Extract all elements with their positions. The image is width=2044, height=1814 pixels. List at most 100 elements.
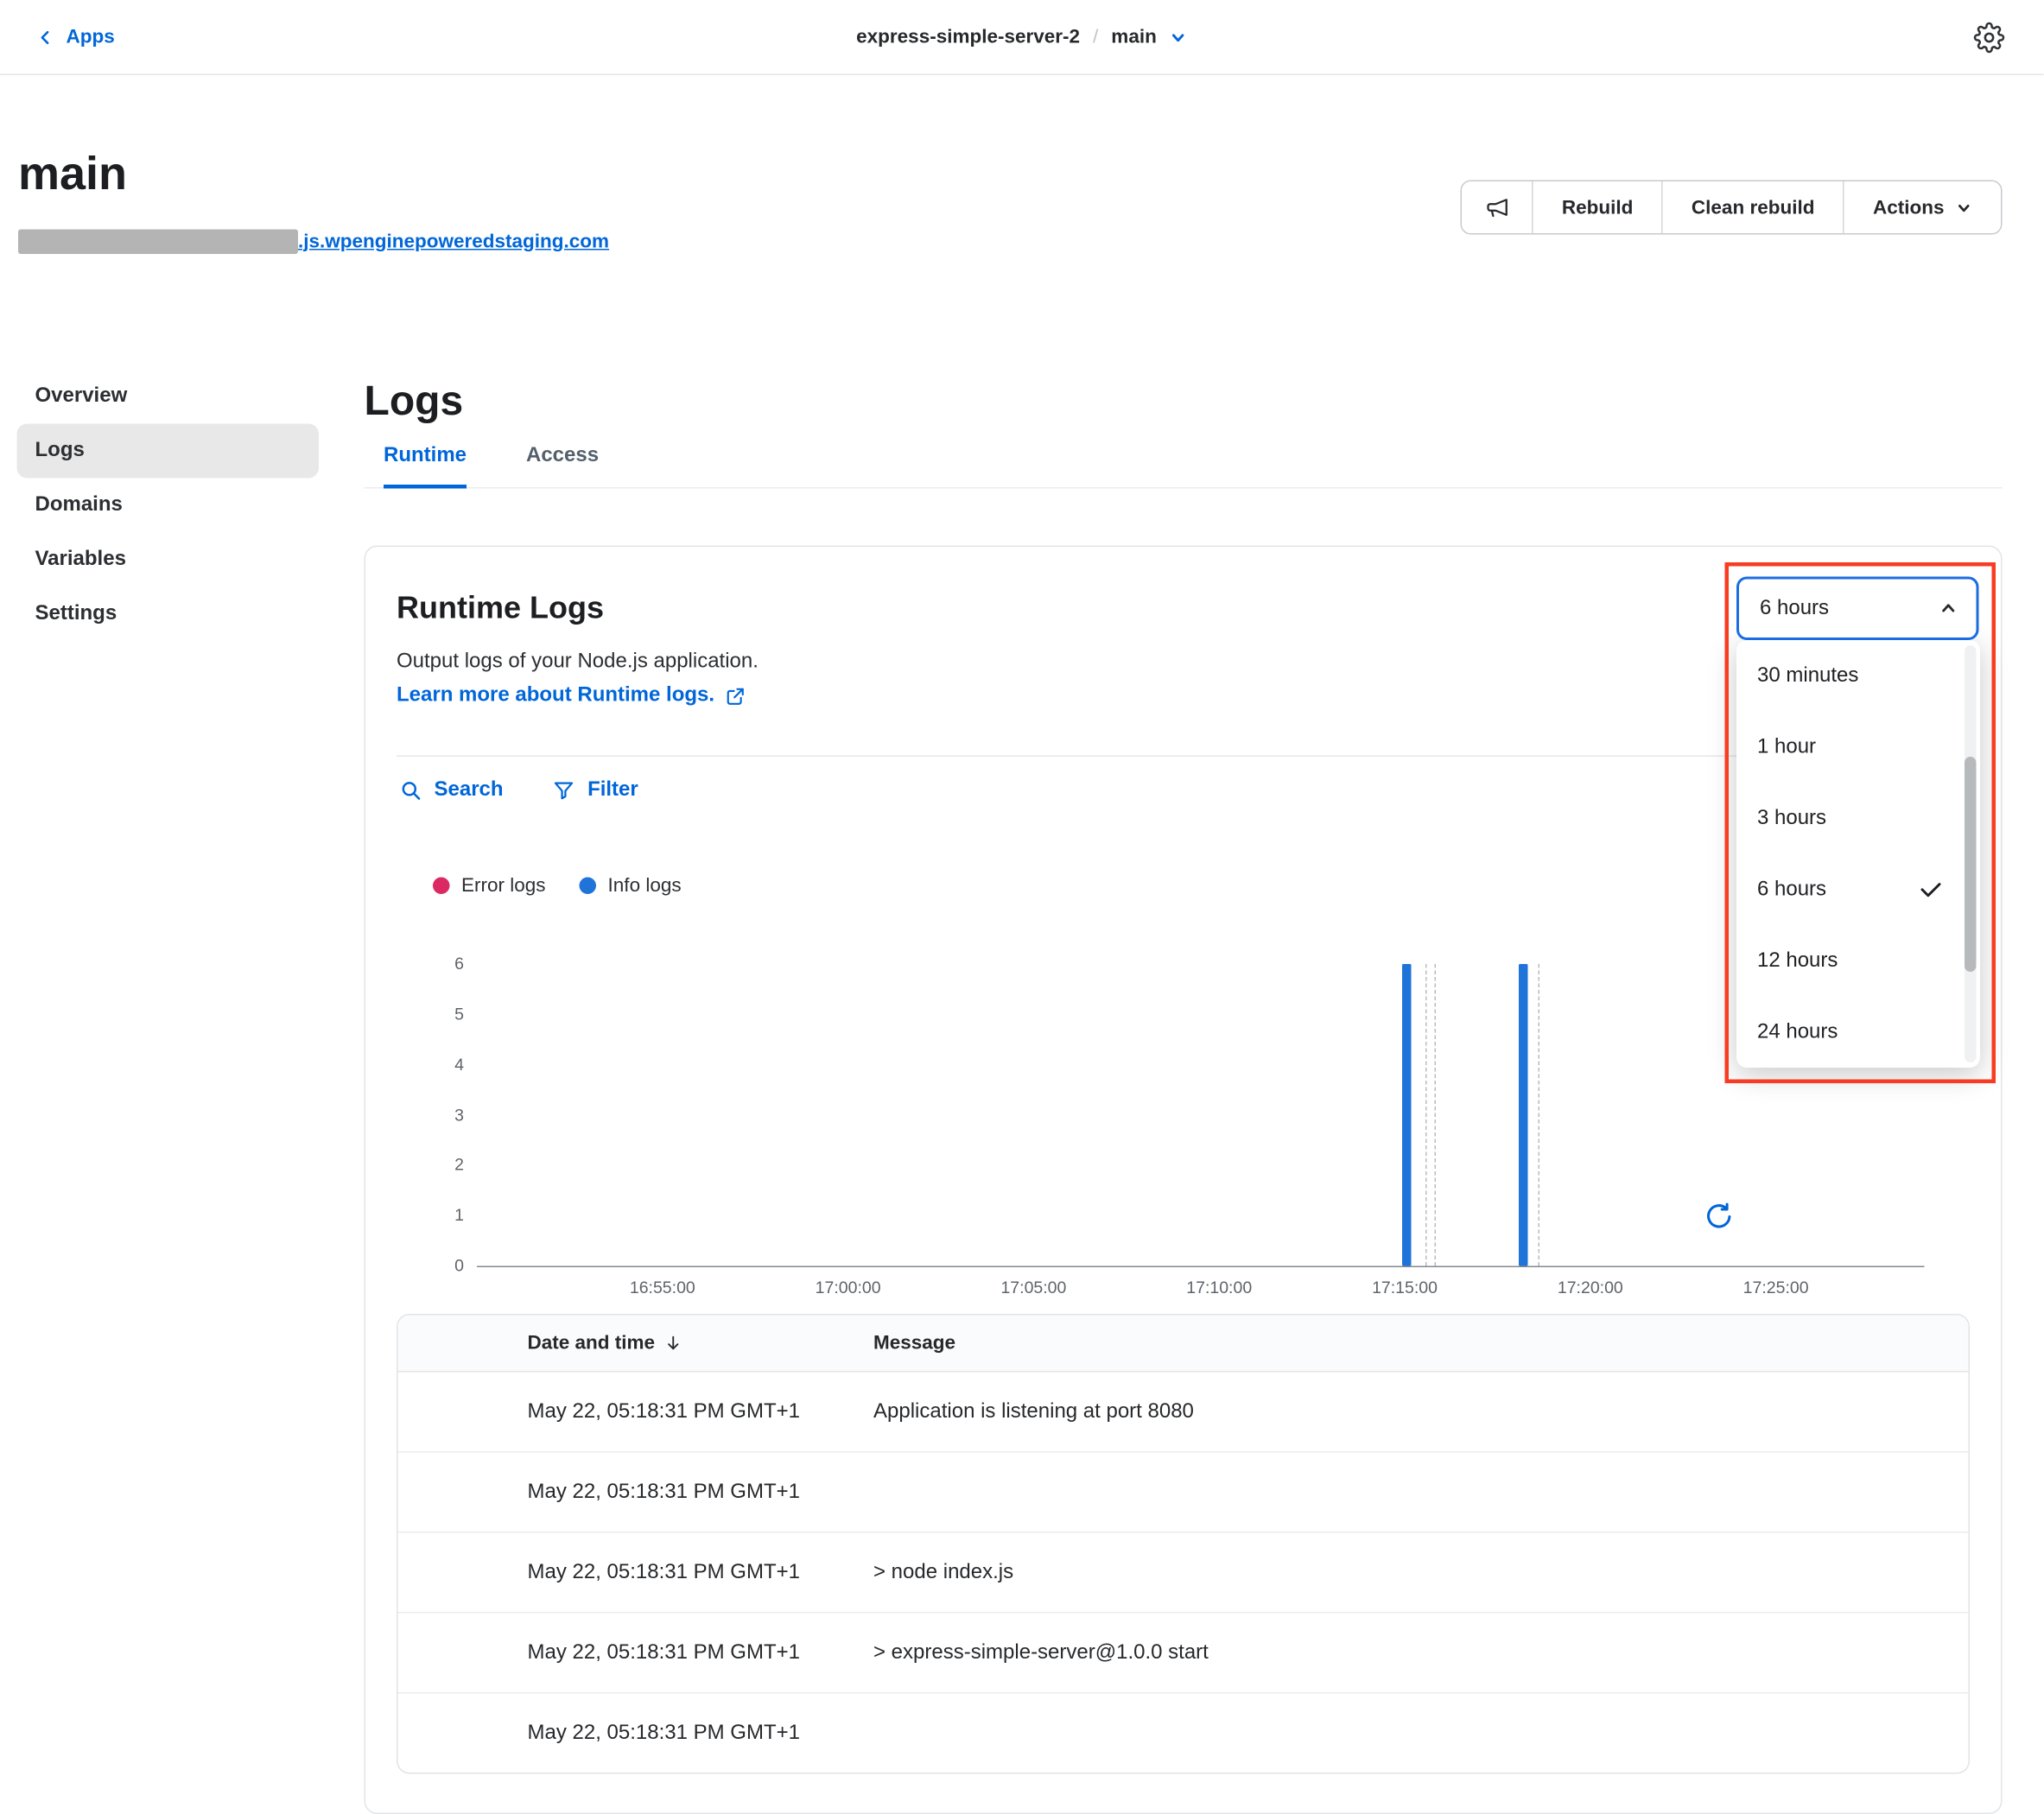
breadcrumb-separator: / [1093, 26, 1098, 48]
time-range-option[interactable]: 3 hours [1736, 783, 1980, 854]
page-title: main [18, 145, 127, 201]
table-row[interactable]: May 22, 05:18:31 PM GMT+1 > node index.j… [398, 1532, 1969, 1613]
sidebar-item-variables[interactable]: Variables [17, 533, 320, 587]
filter-button[interactable]: Filter [553, 779, 638, 802]
time-range-option[interactable]: 12 hours [1736, 925, 1980, 997]
y-axis-tick-label: 1 [397, 1205, 464, 1225]
top-bar: Apps express-simple-server-2 / main [0, 0, 2044, 75]
learn-more-row: Learn more about Runtime logs. [397, 684, 1970, 707]
megaphone-icon [1484, 194, 1510, 220]
log-timestamp: May 22, 05:18:31 PM GMT+1 [398, 1613, 873, 1693]
breadcrumb-env-name[interactable]: main [1111, 26, 1157, 48]
breadcrumb-app-name[interactable]: express-simple-server-2 [856, 26, 1080, 48]
logs-page-title: Logs [365, 375, 2003, 427]
actions-label: Actions [1873, 196, 1945, 219]
check-icon [1918, 877, 1944, 903]
card-description: Output logs of your Node.js application. [397, 650, 1970, 674]
y-axis-tick-label: 4 [397, 1054, 464, 1074]
clean-rebuild-button[interactable]: Clean rebuild [1661, 181, 1843, 233]
environment-url-link[interactable]: .js.wpenginepoweredstaging.com [298, 230, 609, 252]
log-timestamp: May 22, 05:18:31 PM GMT+1 [398, 1452, 873, 1532]
x-axis-tick-label: 17:25:00 [1743, 1278, 1809, 1297]
time-range-menu: 30 minutes 1 hour 3 hours 6 hours 12 hou… [1736, 640, 1980, 1068]
dashed-time-marker [1539, 964, 1540, 1266]
logs-tabs: Runtime Access [365, 445, 2003, 489]
chevron-down-icon[interactable] [1170, 28, 1188, 46]
legend-label: Info logs [608, 875, 682, 897]
log-message [873, 1452, 1969, 1532]
chart-y-axis: 0123456 [397, 964, 464, 1266]
x-axis-tick-label: 17:00:00 [816, 1278, 881, 1297]
rebuild-button[interactable]: Rebuild [1532, 181, 1661, 233]
refresh-button[interactable] [1704, 1202, 1735, 1232]
log-timestamp: May 22, 05:18:31 PM GMT+1 [398, 1693, 873, 1773]
sidebar-item-logs[interactable]: Logs [17, 424, 320, 479]
menu-scrollbar-thumb[interactable] [1965, 757, 1977, 972]
dashed-time-marker [1425, 964, 1427, 1266]
x-axis-tick-label: 16:55:00 [630, 1278, 695, 1297]
sidebar-nav: Overview Logs Domains Variables Settings [17, 370, 320, 642]
tab-runtime[interactable]: Runtime [384, 445, 467, 489]
search-label: Search [435, 779, 504, 802]
announcements-button[interactable] [1462, 181, 1532, 233]
chevron-up-icon [1939, 599, 1958, 618]
table-row[interactable]: May 22, 05:18:31 PM GMT+1 [398, 1693, 1969, 1773]
y-axis-tick-label: 6 [397, 954, 464, 974]
chart-bar [1519, 964, 1528, 1266]
back-to-apps-link[interactable]: Apps [36, 0, 115, 74]
time-range-selected-value: 6 hours [1760, 597, 1829, 620]
y-axis-tick-label: 3 [397, 1105, 464, 1125]
time-range-option[interactable]: 30 minutes [1736, 640, 1980, 712]
sidebar-item-domains[interactable]: Domains [17, 479, 320, 533]
legend-label: Error logs [461, 875, 546, 897]
table-row[interactable]: May 22, 05:18:31 PM GMT+1 Application is… [398, 1372, 1969, 1452]
gear-icon [1974, 22, 2005, 53]
y-axis-tick-label: 5 [397, 1004, 464, 1024]
x-axis-tick-label: 17:05:00 [1000, 1278, 1066, 1297]
time-range-option[interactable]: 1 hour [1736, 712, 1980, 783]
sort-descending-icon [664, 1334, 684, 1354]
filter-icon [553, 779, 576, 802]
x-axis-tick-label: 17:10:00 [1186, 1278, 1252, 1297]
time-range-option-label: 6 hours [1757, 878, 1826, 901]
log-table: Date and time Message May 22, 05:18:31 P… [397, 1314, 1970, 1774]
runtime-logs-chart: 0123456 16:55:0017:00:0017:05:0017:10:00… [397, 964, 1970, 1327]
redacted-url-segment [18, 229, 298, 254]
time-range-option[interactable]: 6 hours [1736, 854, 1980, 926]
legend-dot [580, 878, 597, 895]
time-range-option[interactable]: 24 hours [1736, 997, 1980, 1069]
chevron-down-icon [1956, 199, 1973, 216]
time-range-select[interactable]: 6 hours [1736, 577, 1979, 641]
legend-item-error-logs: Error logs [433, 875, 546, 897]
external-link-icon[interactable] [725, 685, 747, 707]
log-message: Application is listening at port 8080 [873, 1372, 1969, 1452]
table-row[interactable]: May 22, 05:18:31 PM GMT+1 [398, 1452, 1969, 1532]
filter-label: Filter [587, 779, 638, 802]
environment-url-row: .js.wpenginepoweredstaging.com [18, 227, 609, 256]
log-message: > express-simple-server@1.0.0 start [873, 1613, 1969, 1693]
x-axis-tick-label: 17:20:00 [1558, 1278, 1623, 1297]
y-axis-tick-label: 0 [397, 1256, 464, 1276]
actions-dropdown-button[interactable]: Actions [1843, 181, 2001, 233]
chevron-left-icon [36, 28, 54, 46]
search-button[interactable]: Search [399, 779, 504, 802]
page: Apps express-simple-server-2 / main main… [0, 0, 2044, 1757]
legend-dot [433, 878, 450, 895]
legend-item-info-logs: Info logs [580, 875, 682, 897]
settings-gear-button[interactable] [1974, 0, 2005, 74]
sidebar-item-settings[interactable]: Settings [17, 587, 320, 642]
chart-bar [1403, 964, 1412, 1266]
dashed-time-marker [1434, 964, 1436, 1266]
log-timestamp: May 22, 05:18:31 PM GMT+1 [398, 1532, 873, 1613]
column-header-label: Date and time [528, 1332, 656, 1354]
log-timestamp: May 22, 05:18:31 PM GMT+1 [398, 1372, 873, 1452]
log-message: > node index.js [873, 1532, 1969, 1613]
table-row[interactable]: May 22, 05:18:31 PM GMT+1 > express-simp… [398, 1613, 1969, 1693]
refresh-icon [1704, 1202, 1735, 1232]
sidebar-item-overview[interactable]: Overview [17, 370, 320, 424]
tab-access[interactable]: Access [526, 445, 599, 489]
y-axis-tick-label: 2 [397, 1155, 464, 1175]
learn-more-link[interactable]: Learn more about Runtime logs. [397, 684, 714, 707]
breadcrumb: express-simple-server-2 / main [856, 0, 1188, 74]
card-title: Runtime Logs [397, 591, 1970, 627]
